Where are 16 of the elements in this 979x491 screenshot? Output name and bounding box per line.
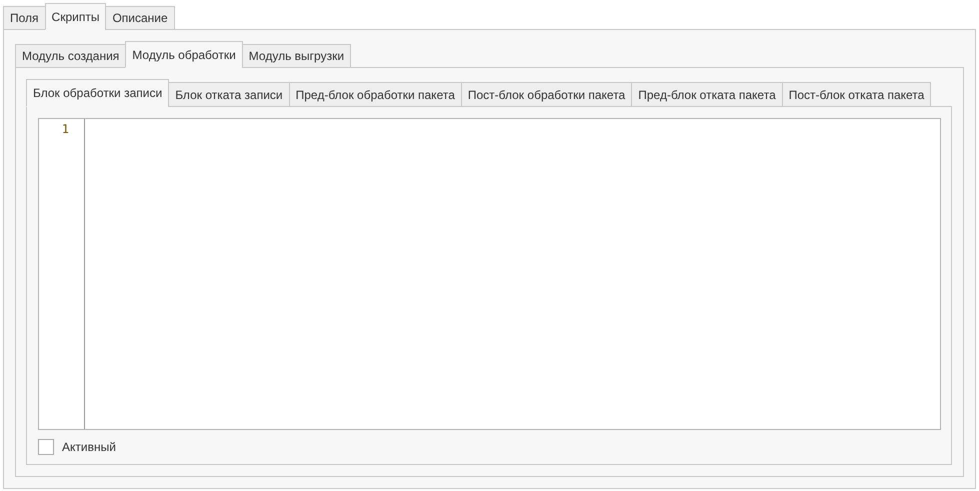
tab[interactable]: Пред-блок отката пакета xyxy=(631,82,783,107)
line-number: 1 xyxy=(60,122,70,136)
tab[interactable]: Блок отката записи xyxy=(168,82,290,107)
tab[interactable]: Модуль создания xyxy=(15,44,126,68)
checkbox-label: Активный xyxy=(62,440,116,454)
tab[interactable]: Пост-блок отката пакета xyxy=(782,82,932,107)
tab[interactable]: Модуль обработки xyxy=(125,41,243,68)
tab[interactable]: Поля xyxy=(3,6,46,30)
tab[interactable]: Пред-блок обработки пакета xyxy=(288,82,462,107)
tab[interactable]: Скрипты xyxy=(44,3,106,30)
tab[interactable]: Блок обработки записи xyxy=(26,79,170,107)
checkbox[interactable] xyxy=(38,439,54,455)
tab[interactable]: Описание xyxy=(105,6,175,30)
tab[interactable]: Пост-блок обработки пакета xyxy=(460,82,632,107)
tab[interactable]: Модуль выгрузки xyxy=(242,44,352,68)
code-editor[interactable]: 1 xyxy=(38,118,941,430)
